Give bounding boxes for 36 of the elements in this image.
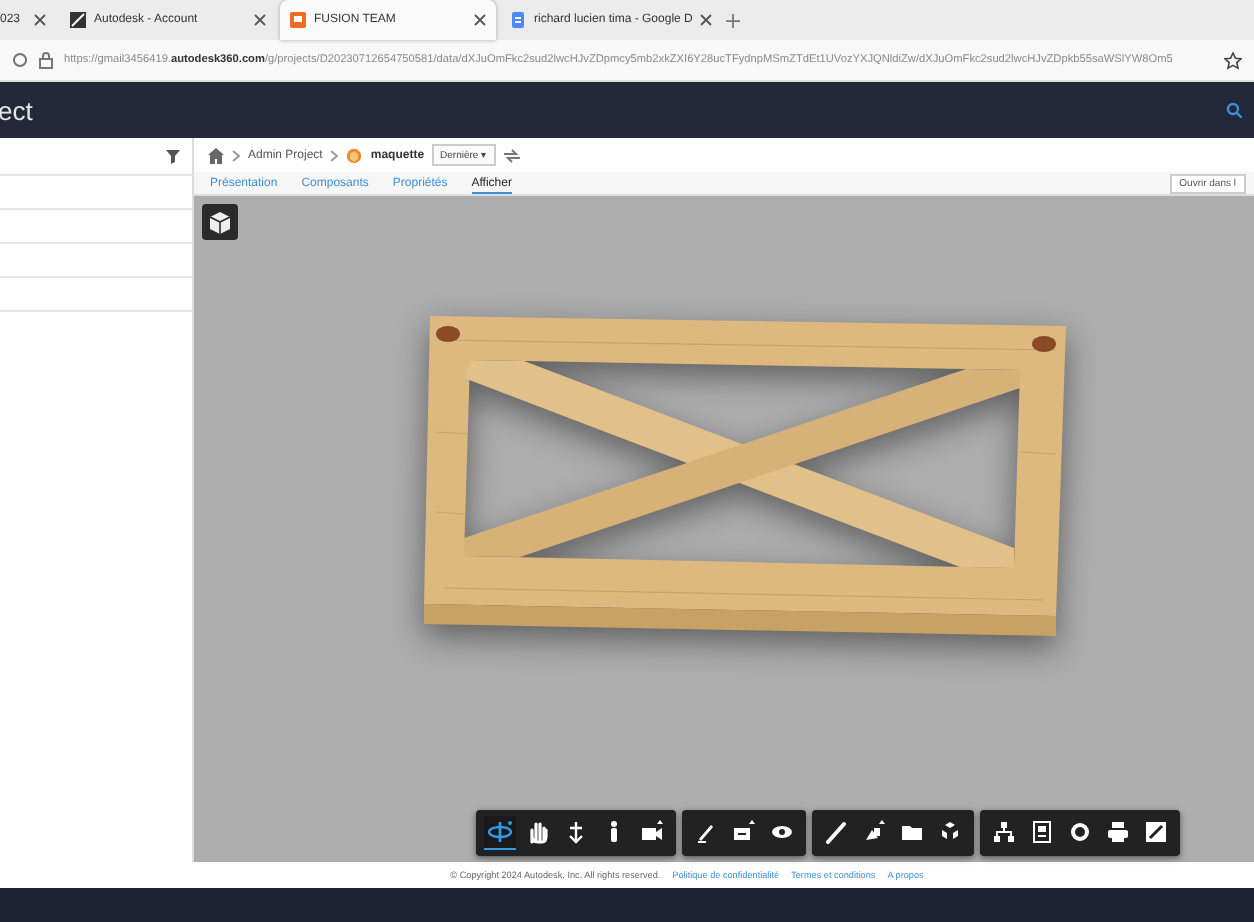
settings-icon bbox=[1068, 820, 1092, 844]
cubes-icon bbox=[938, 820, 962, 844]
zoom-icon bbox=[564, 820, 588, 844]
properties-icon bbox=[1030, 820, 1054, 844]
hand-icon bbox=[526, 820, 550, 844]
close-icon[interactable] bbox=[254, 14, 266, 26]
app-icon bbox=[290, 12, 306, 28]
fullscreen-icon bbox=[1144, 820, 1168, 844]
compare-icon bbox=[503, 147, 520, 163]
printer-icon bbox=[1106, 820, 1130, 844]
new-tab-icon bbox=[726, 13, 741, 27]
close-icon[interactable] bbox=[34, 14, 46, 26]
chevron-icon bbox=[232, 149, 240, 161]
app-icon bbox=[70, 12, 86, 28]
star-icon bbox=[1224, 51, 1242, 69]
close-icon[interactable] bbox=[474, 14, 486, 26]
cube-icon bbox=[210, 211, 230, 233]
folder-icon bbox=[900, 820, 924, 844]
orbit-tool-button[interactable] bbox=[484, 816, 516, 850]
home-icon bbox=[208, 147, 224, 163]
chevron-icon bbox=[330, 149, 339, 161]
explode-icon bbox=[862, 820, 886, 844]
section-icon bbox=[732, 820, 756, 844]
close-icon[interactable] bbox=[700, 14, 713, 26]
eye-icon bbox=[770, 820, 794, 844]
model-icon bbox=[346, 147, 363, 163]
camera-icon bbox=[640, 820, 664, 844]
tree-icon bbox=[992, 820, 1016, 844]
view-cube-button[interactable] bbox=[202, 204, 238, 240]
orbit-icon bbox=[488, 820, 512, 844]
ruler-icon bbox=[824, 820, 848, 844]
document-icon bbox=[510, 12, 526, 28]
search-icon bbox=[1226, 102, 1242, 118]
lock-icon bbox=[38, 51, 54, 69]
pen-icon bbox=[694, 820, 718, 844]
filter-icon bbox=[166, 149, 180, 163]
